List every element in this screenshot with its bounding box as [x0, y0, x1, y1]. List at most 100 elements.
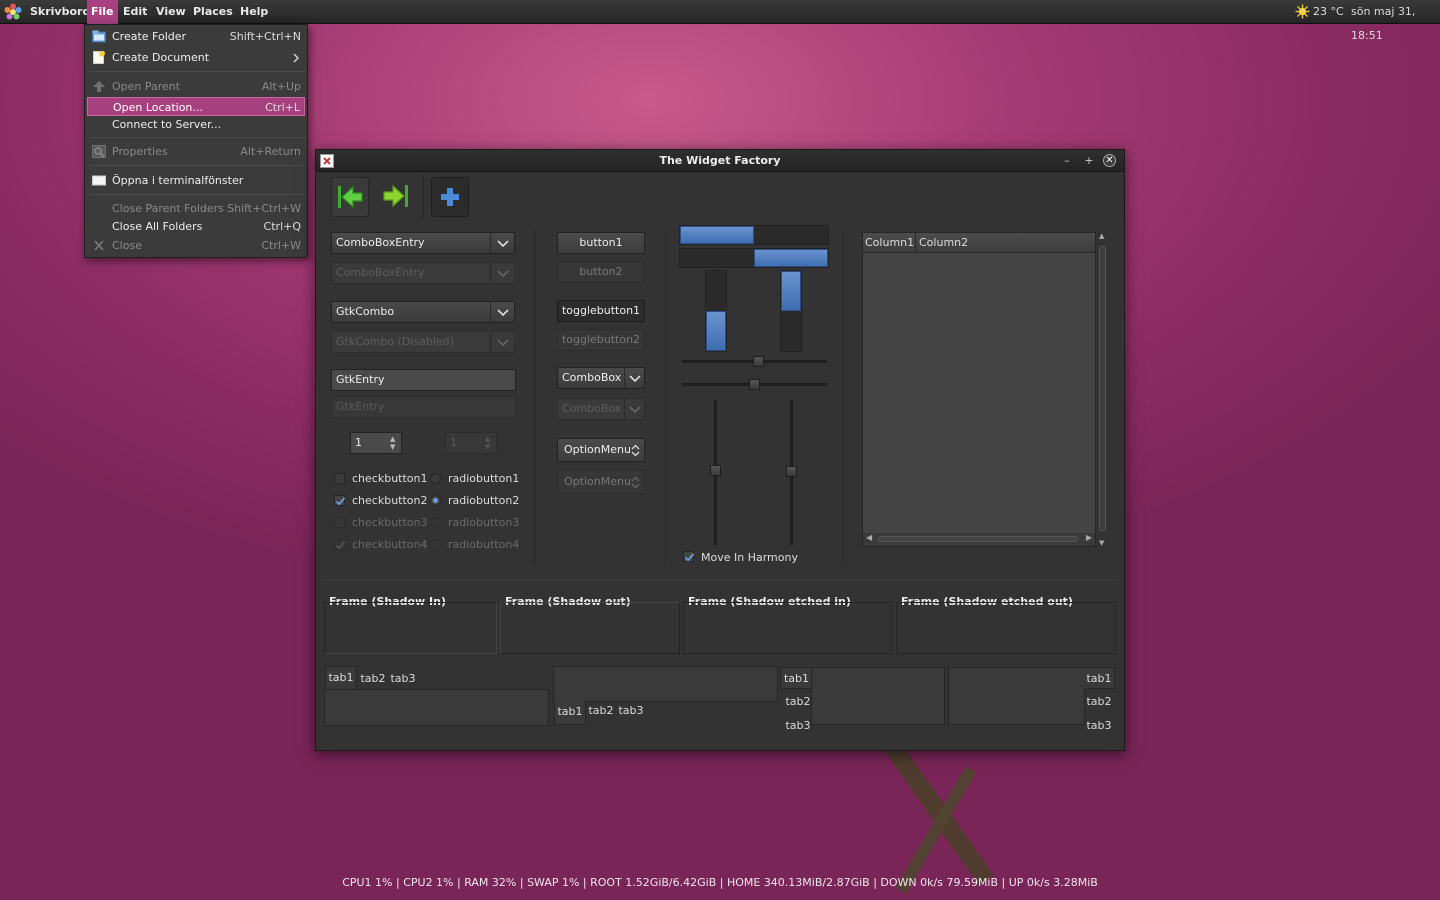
chevron-down-icon: [629, 375, 641, 383]
spin-arrows-icon[interactable]: ▲ ▼: [390, 435, 400, 451]
go-first-button[interactable]: [331, 177, 369, 217]
weather-label[interactable]: 23 °C: [1313, 0, 1344, 24]
hscale-1-knob[interactable]: [753, 356, 764, 367]
minimize-icon[interactable]: –: [1060, 154, 1074, 168]
scroll-down-icon[interactable]: ▼: [1099, 539, 1104, 547]
radiobutton2-circle[interactable]: [430, 495, 441, 506]
spinbutton-disabled: 1 ▲ ▼: [445, 432, 497, 454]
menu-item-open-location[interactable]: Open Location... Ctrl+L: [87, 97, 305, 116]
menu-item-close-parent-folders[interactable]: Close Parent Folders Shift+Ctrl+W: [87, 199, 305, 218]
maximize-icon[interactable]: +: [1082, 154, 1096, 168]
treeview[interactable]: Column1 Column2 ◀ ▶: [862, 232, 1096, 547]
tab2[interactable]: tab2: [358, 668, 388, 690]
togglebutton1[interactable]: togglebutton1: [557, 300, 645, 322]
menu-separator: [89, 71, 305, 72]
clock-label[interactable]: sön maj 31, 18:51: [1351, 0, 1440, 42]
tab1[interactable]: tab1: [554, 701, 586, 725]
gtkentry-disabled: GtkEntry: [331, 396, 516, 418]
menu-item-close[interactable]: Close Ctrl+W: [87, 236, 305, 255]
checkbutton2-box[interactable]: [334, 495, 346, 506]
notebook-page: [324, 689, 549, 726]
tab2[interactable]: tab2: [1082, 691, 1116, 713]
column-separator: [842, 230, 843, 565]
tab1[interactable]: tab1: [325, 666, 357, 690]
radiobutton2-label[interactable]: radiobutton2: [448, 494, 519, 507]
desktop-logo-icon[interactable]: [4, 3, 22, 21]
tree-vscrollbar[interactable]: ▲ ▼: [1097, 232, 1109, 547]
menu-item-open-parent[interactable]: Open Parent Alt+Up: [87, 77, 305, 96]
progress-fill: [754, 249, 828, 267]
checkbutton4-label: checkbutton4: [352, 538, 428, 551]
tab3[interactable]: tab3: [388, 668, 418, 690]
optionmenu[interactable]: OptionMenu: [557, 438, 645, 462]
checkbutton1-box[interactable]: [334, 473, 345, 484]
progressbar-horizontal-1: [679, 225, 829, 245]
up-arrow-icon: [93, 81, 105, 92]
chevron-down-icon: [497, 339, 509, 347]
progress-fill: [680, 226, 754, 244]
radiobutton1-circle[interactable]: [430, 473, 441, 484]
menu-file[interactable]: File: [87, 0, 118, 24]
radiobutton4-circle: [430, 539, 441, 550]
menu-help[interactable]: Help: [240, 0, 268, 24]
tab1[interactable]: tab1: [1084, 667, 1115, 689]
scroll-left-icon[interactable]: ◀: [866, 533, 872, 542]
tree-hscrollbar-thumb[interactable]: [878, 536, 1078, 542]
tab2[interactable]: tab2: [586, 700, 616, 722]
button1[interactable]: button1: [557, 232, 645, 254]
move-in-harmony-label[interactable]: Move In Harmony: [701, 551, 798, 564]
radiobutton4-label: radiobutton4: [448, 538, 520, 551]
menu-edit[interactable]: Edit: [123, 0, 147, 24]
comboboxentry-disabled: ComboBoxEntry: [331, 262, 515, 284]
button2: button2: [557, 261, 645, 283]
app-name[interactable]: Skrivbord: [30, 0, 90, 24]
comboboxentry[interactable]: ComboBoxEntry: [331, 232, 515, 254]
add-icon: [441, 188, 459, 206]
radiobutton3-label: radiobutton3: [448, 516, 520, 529]
move-in-harmony-checkbox[interactable]: [683, 551, 695, 562]
checkbutton1-label[interactable]: checkbutton1: [352, 472, 428, 485]
menu-item-open-terminal[interactable]: Öppna i terminalfönster: [87, 171, 305, 190]
gtkentry[interactable]: GtkEntry: [331, 369, 516, 391]
menu-item-create-folder[interactable]: Create Folder Shift+Ctrl+N: [87, 27, 305, 46]
menu-item-close-all-folders[interactable]: Close All Folders Ctrl+Q: [87, 217, 305, 236]
progress-fill: [781, 271, 801, 311]
menu-separator: [89, 165, 305, 166]
radiobutton3-circle: [430, 517, 441, 528]
progress-fill: [706, 311, 726, 351]
widget-factory-window: The Widget Factory – + ✕ ComboBoxEntry C…: [315, 149, 1125, 751]
menu-places[interactable]: Places: [193, 0, 233, 24]
vscale-2-knob[interactable]: [786, 466, 797, 477]
combobox[interactable]: ComboBox: [557, 367, 645, 389]
spinbutton[interactable]: 1 ▲ ▼: [350, 432, 402, 454]
tab1[interactable]: tab1: [780, 667, 812, 689]
hscale-2-knob[interactable]: [749, 379, 760, 390]
menu-item-properties[interactable]: Properties Alt+Return: [87, 142, 305, 161]
menu-item-create-document[interactable]: Create Document: [87, 48, 305, 67]
column-separator: [535, 230, 536, 565]
scroll-up-icon[interactable]: ▲: [1099, 232, 1104, 240]
menu-separator: [89, 194, 305, 195]
close-window-icon[interactable]: ✕: [1103, 154, 1116, 167]
chevron-down-icon: [497, 309, 509, 317]
menu-item-connect-to-server[interactable]: Connect to Server...: [87, 115, 305, 134]
tab3[interactable]: tab3: [616, 700, 646, 722]
checkbutton2-label[interactable]: checkbutton2: [352, 494, 428, 507]
menu-view[interactable]: View: [156, 0, 186, 24]
tab3[interactable]: tab3: [1082, 715, 1116, 737]
go-last-button[interactable]: [378, 177, 416, 217]
column2-header[interactable]: Column2: [919, 236, 968, 249]
vscale-1-knob[interactable]: [710, 465, 721, 476]
column1-header[interactable]: Column1: [865, 236, 914, 249]
radiobutton1-label[interactable]: radiobutton1: [448, 472, 519, 485]
notebook-page: [811, 667, 945, 725]
frame-shadow-in: [324, 602, 497, 654]
tree-hscrollbar[interactable]: ◀ ▶: [863, 533, 1095, 546]
window-titlebar[interactable]: The Widget Factory – + ✕: [316, 150, 1124, 172]
gtkcombo[interactable]: GtkCombo: [331, 301, 515, 323]
add-button[interactable]: [431, 177, 469, 217]
updown-arrow-icon: [631, 444, 640, 457]
tree-vscrollbar-thumb[interactable]: [1099, 246, 1106, 531]
chevron-down-icon: [497, 270, 509, 278]
scroll-right-icon[interactable]: ▶: [1086, 533, 1092, 542]
